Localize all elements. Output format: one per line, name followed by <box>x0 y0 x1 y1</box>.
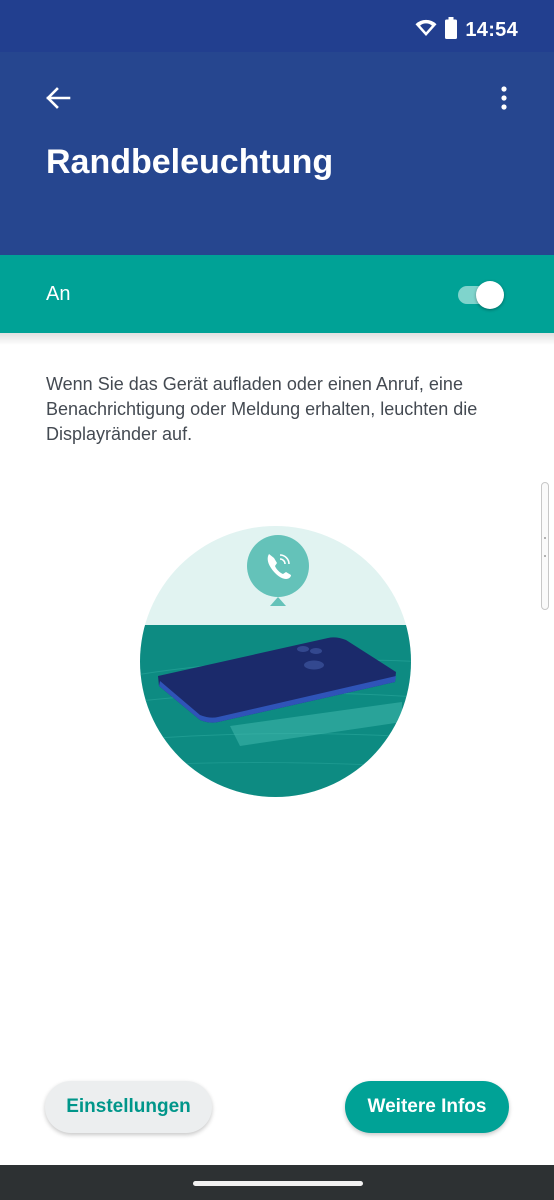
scrollbar[interactable] <box>541 482 549 610</box>
switch-thumb <box>476 281 504 309</box>
scrollbar-grip <box>544 537 546 539</box>
edge-lighting-illustration <box>140 526 411 797</box>
feature-description: Wenn Sie das Gerät aufladen oder einen A… <box>46 374 478 444</box>
app-bar: Randbeleuchtung <box>0 52 554 255</box>
divider-shadow <box>0 333 554 345</box>
status-bar: 14:54 <box>0 0 554 52</box>
battery-icon <box>445 16 458 44</box>
scrollbar-grip <box>544 555 546 557</box>
back-button[interactable] <box>32 76 84 124</box>
status-icons: 14:54 <box>415 15 518 45</box>
wifi-icon <box>415 19 437 42</box>
more-vert-icon <box>501 85 507 115</box>
status-time: 14:54 <box>465 18 518 41</box>
more-options-button[interactable] <box>482 76 526 124</box>
more-info-button[interactable]: Weitere Infos <box>345 1081 509 1133</box>
page-title: Randbeleuchtung <box>46 143 334 181</box>
toggle-switch[interactable] <box>458 281 504 309</box>
master-toggle-row[interactable]: An <box>0 255 554 333</box>
arrow-back-icon <box>45 86 71 114</box>
home-gesture-handle[interactable] <box>193 1181 363 1186</box>
settings-button[interactable]: Einstellungen <box>45 1081 212 1133</box>
toggle-label: An <box>46 283 71 305</box>
navigation-bar <box>0 1165 554 1200</box>
